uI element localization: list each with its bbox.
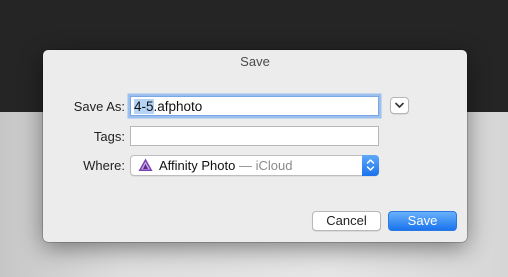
where-location-suffix: — iCloud [235,158,293,173]
tags-field[interactable] [130,126,379,146]
expand-dialog-button[interactable] [390,97,409,114]
save-as-field[interactable]: 4-5.afphoto [130,96,379,116]
save-as-extension: .afphoto [153,99,203,114]
up-down-chevron-icon [366,159,375,171]
save-as-value: 4-5.afphoto [134,99,202,114]
tags-label: Tags: [93,129,125,144]
dialog-title: Save [240,54,270,69]
where-popup-text: Affinity Photo — iCloud [159,158,292,173]
save-as-selected-text: 4-5 [134,99,154,114]
where-location: Affinity Photo [159,158,236,173]
affinity-photo-app-icon [138,158,153,171]
where-popup-stepper[interactable] [362,155,379,176]
where-label: Where: [83,158,125,173]
save-button[interactable]: Save [388,211,457,231]
cancel-button[interactable]: Cancel [312,211,381,231]
chevron-down-icon [395,102,404,108]
save-dialog: Save Save As: 4-5.afphoto Tags: Where: A… [43,50,467,242]
save-as-label: Save As: [73,99,125,114]
where-popup[interactable]: Affinity Photo — iCloud [130,155,379,176]
